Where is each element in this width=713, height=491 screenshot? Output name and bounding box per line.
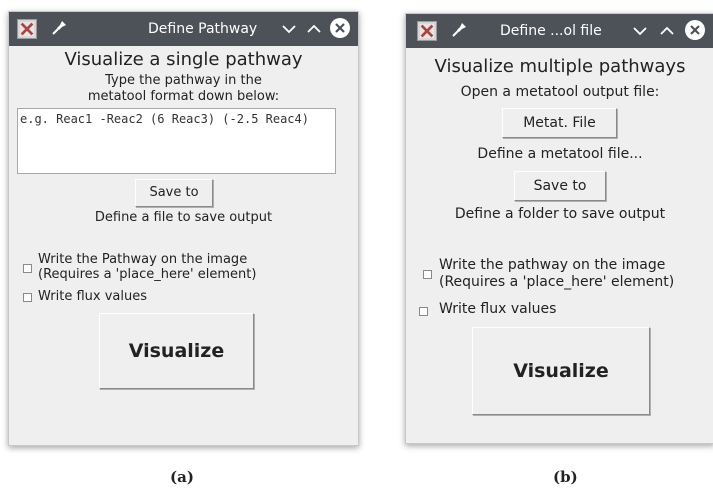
write-pathway-label-line-1: Write the Pathway on the image [38,252,248,267]
define-metatool-file-window: Define ...ol file Visualize multiple pat… [405,13,713,444]
write-flux-label: Write flux values [38,289,147,304]
write-pathway-label-line-1: Write the pathway on the image [439,257,666,273]
write-pathway-label-line-2: (Requires a 'place_here' element) [38,267,257,282]
save-to-button[interactable]: Save to [514,171,606,201]
app-icon[interactable] [17,19,37,39]
heading: Visualize multiple pathways [434,56,686,77]
write-flux-checkbox[interactable] [419,307,428,316]
write-pathway-label-line-2: (Requires a 'place_here' element) [439,274,675,290]
define-pathway-window: Define Pathway Visualize a single pathwa… [8,11,359,446]
chevron-up-icon[interactable] [658,22,676,40]
save-hint: Define a file to save output [94,210,273,225]
heading: Visualize a single pathway [64,49,303,70]
save-to-button[interactable]: Save to [135,179,213,207]
caption-b: (b) [553,468,578,486]
instruction-line-2: metatool format down below: [87,89,280,104]
write-pathway-label: Write the Pathway on the image (Requires… [38,252,256,282]
metat-file-hint: Define a metatool file... [477,146,643,162]
pin-icon[interactable] [449,20,469,40]
metat-file-button[interactable]: Metat. File [502,108,617,138]
write-pathway-label: Write the pathway on the image (Requires… [439,257,674,291]
chevron-down-icon[interactable] [631,22,649,40]
app-icon[interactable] [417,21,437,41]
visualize-button[interactable]: Visualize [472,327,650,415]
window-title: Define Pathway [148,21,258,37]
pathway-input[interactable]: e.g. Reac1 -Reac2 (6 Reac3) (-2.5 Reac4) [17,108,336,174]
write-flux-label: Write flux values [439,301,557,317]
chevron-up-icon[interactable] [305,20,323,38]
close-icon[interactable] [685,20,705,40]
window-title: Define ...ol file [500,23,602,39]
visualize-button[interactable]: Visualize [99,313,254,389]
pathway-input-placeholder: e.g. Reac1 -Reac2 (6 Reac3) (-2.5 Reac4) [20,112,309,126]
open-hint: Open a metatool output file: [460,84,660,100]
chevron-down-icon[interactable] [280,20,298,38]
titlebar[interactable]: Define ...ol file [406,14,713,48]
save-hint: Define a folder to save output [454,206,666,222]
write-flux-checkbox[interactable] [23,293,32,302]
close-icon[interactable] [330,18,350,38]
titlebar[interactable]: Define Pathway [9,12,358,46]
pin-icon[interactable] [49,18,69,38]
instruction-line-1: Type the pathway in the [105,73,262,88]
caption-a: (a) [170,468,194,486]
write-pathway-checkbox[interactable] [23,264,32,273]
write-pathway-checkbox[interactable] [423,270,432,279]
